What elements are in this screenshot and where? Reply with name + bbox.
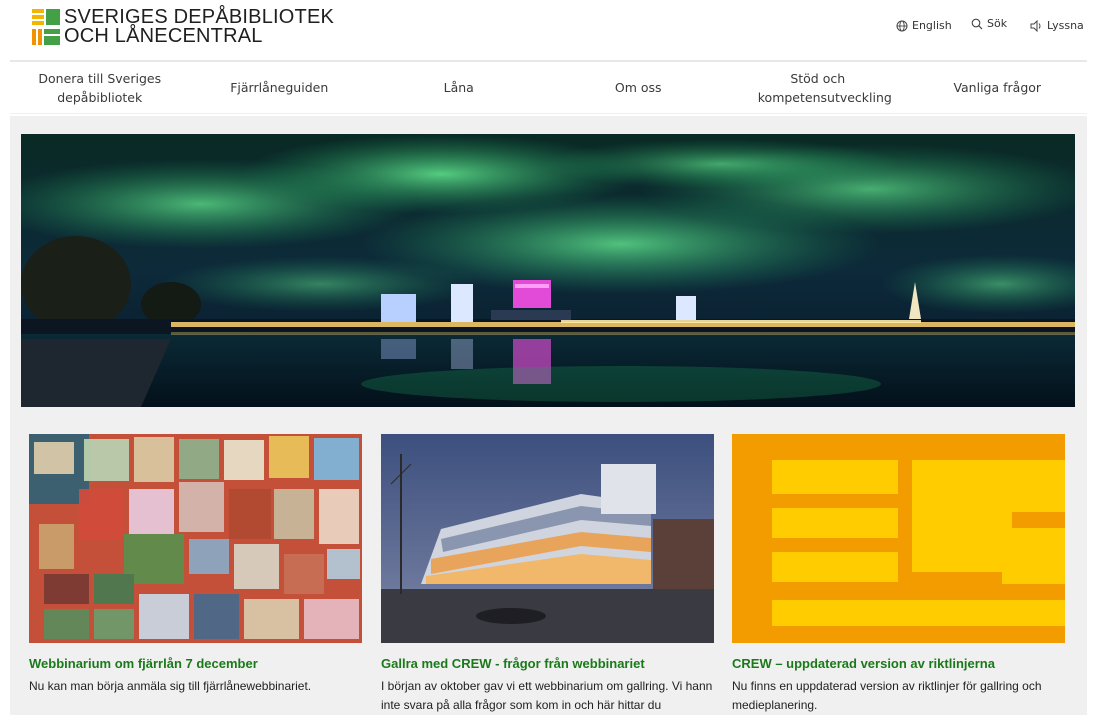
nav-item-donera[interactable]: Donera till Sveriges depåbibliotek (10, 62, 190, 113)
nav-item-om-oss[interactable]: Om oss (549, 62, 729, 113)
nav-item-label: Låna (443, 80, 474, 95)
card-1-image[interactable] (29, 434, 362, 643)
building-image (381, 434, 714, 643)
logo-text: SVERIGES DEPÅBIBLIOTEK OCH LÅNECENTRAL (64, 7, 334, 47)
logo-line-2: OCH LÅNECENTRAL (64, 25, 263, 47)
nav-item-label: Stöd och kompetensutveckling (757, 70, 892, 105)
nav-item-fjarrlaneguiden[interactable]: Fjärrlåneguiden (190, 62, 370, 113)
card-2-title[interactable]: Gallra med CREW - frågor från webbinarie… (381, 656, 645, 671)
nav-item-label: Om oss (614, 80, 662, 95)
card-1-text: Nu kan man börja anmäla sig till fjärrlå… (29, 679, 312, 693)
search-label: Sök (987, 17, 1008, 30)
card-3-title[interactable]: CREW – uppdaterad version av riktlinjern… (732, 656, 995, 671)
nav-item-vanliga-fragor[interactable]: Vanliga frågor (908, 62, 1088, 113)
search-icon (971, 18, 983, 29)
search-link[interactable]: Sök (971, 17, 1007, 30)
aurora-city-image (21, 134, 1075, 407)
site-header: SVERIGES DEPÅBIBLIOTEK OCH LÅNECENTRAL E… (0, 0, 1102, 60)
nav-item-lana[interactable]: Låna (369, 62, 549, 113)
card-3-image[interactable] (732, 434, 1065, 643)
card-2-image[interactable] (381, 434, 714, 643)
stamps-image (29, 434, 362, 643)
hero-image[interactable] (21, 134, 1075, 407)
nav-item-stod[interactable]: Stöd och kompetensutveckling (728, 62, 908, 113)
nav-item-label: Vanliga frågor (953, 80, 1042, 95)
globe-icon (896, 20, 908, 31)
english-label: English (912, 19, 952, 32)
english-link[interactable]: English (896, 19, 952, 32)
speaker-icon (1030, 19, 1041, 32)
site-logo[interactable]: SVERIGES DEPÅBIBLIOTEK OCH LÅNECENTRAL (32, 7, 334, 47)
logo-mark-icon (32, 8, 60, 46)
listen-link[interactable]: Lyssna (1030, 19, 1084, 32)
main-nav: Donera till Sveriges depåbibliotek Fjärr… (10, 60, 1087, 114)
crew-graphic-image (732, 434, 1065, 643)
nav-item-label: Donera till Sveriges depåbibliotek (38, 70, 162, 105)
card-2-text: I början av oktober gav vi ett webbinari… (381, 679, 713, 712)
card-3-text: Nu finns en uppdaterad version av riktli… (732, 679, 1042, 712)
nav-item-label: Fjärrlåneguiden (230, 80, 329, 95)
card-1-title[interactable]: Webbinarium om fjärrlån 7 december (29, 656, 258, 671)
listen-label: Lyssna (1047, 19, 1084, 32)
